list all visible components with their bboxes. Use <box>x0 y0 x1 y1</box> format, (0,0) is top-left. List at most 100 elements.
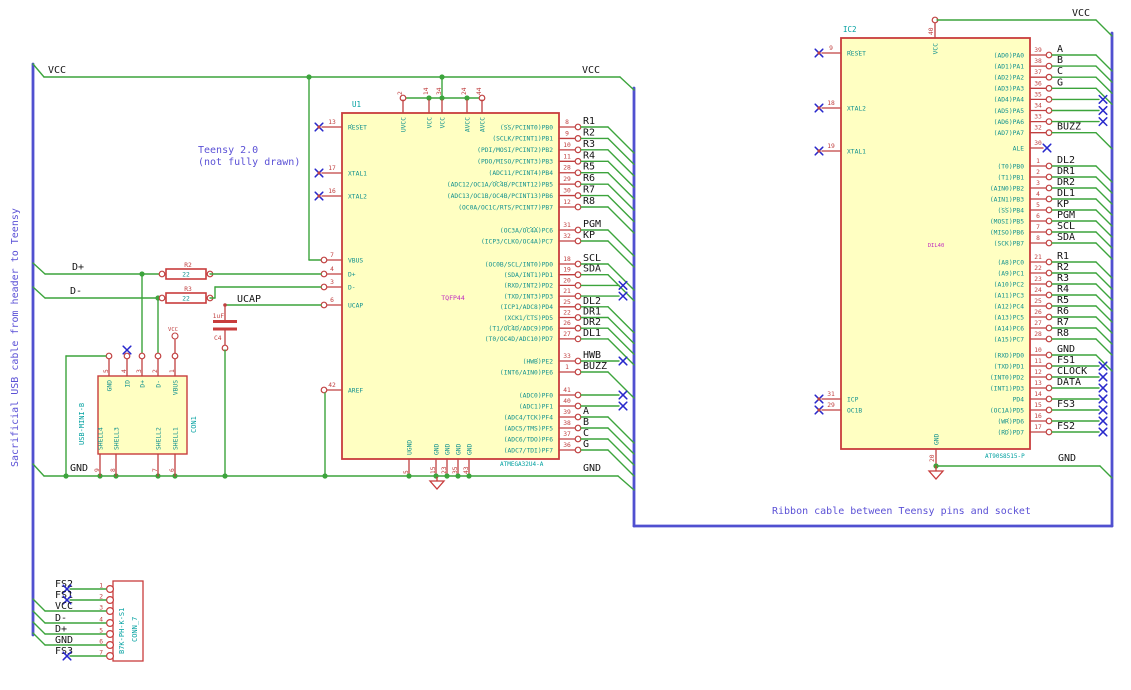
net-label[interactable]: B <box>583 417 589 428</box>
pin-number: 36 <box>563 442 571 449</box>
power-label-vcc[interactable]: VCC <box>1072 8 1090 19</box>
con1-value: USB-MINI-B <box>78 403 86 445</box>
ic2-ref[interactable]: IC2 <box>843 25 857 34</box>
net-label[interactable]: SCL <box>1057 221 1075 232</box>
power-label-gnd[interactable]: GND <box>1058 453 1076 464</box>
net-label[interactable]: A <box>583 406 589 417</box>
net-label[interactable]: R4 <box>583 150 595 161</box>
net-label[interactable]: DR1 <box>1057 166 1075 177</box>
net-label[interactable]: R6 <box>583 173 595 184</box>
net-label[interactable]: DL2 <box>1057 155 1075 166</box>
net-label[interactable]: DR1 <box>583 307 601 318</box>
power-label-gnd[interactable]: GND <box>583 463 601 474</box>
pin-name: (A11)PC3 <box>994 292 1025 299</box>
net-label[interactable]: D+ <box>72 262 84 273</box>
pin-number: 9 <box>565 130 569 137</box>
u1-value[interactable]: TQFP44 <box>441 294 465 302</box>
u1-footprint[interactable]: ATMEGA32U4-A <box>500 461 544 468</box>
net-label[interactable]: B <box>1057 55 1063 66</box>
pin-number: 39 <box>1034 47 1042 54</box>
net-label[interactable]: R2 <box>1057 262 1069 273</box>
pin-number: 35 <box>1034 91 1042 98</box>
pin-number: 43 <box>463 466 470 474</box>
net-label[interactable]: KP <box>1057 199 1069 210</box>
pin-number: 12 <box>563 199 571 206</box>
ic2-value: DIL40 <box>928 243 945 249</box>
net-label[interactable]: DR2 <box>583 317 601 328</box>
net-label[interactable]: SCL <box>583 253 601 264</box>
net-label[interactable]: A <box>1057 44 1063 55</box>
pin-number: 15 <box>430 466 437 474</box>
net-label[interactable]: R5 <box>1057 295 1069 306</box>
c4-plate[interactable] <box>213 320 237 323</box>
net-label[interactable]: R1 <box>583 116 595 127</box>
net-label[interactable]: PGM <box>1057 210 1075 221</box>
pin-end-dot <box>317 125 321 129</box>
power-label-gnd[interactable]: GND <box>70 463 88 474</box>
schematic-drawing[interactable]: VCC VCCU1TQFP44ATMEGA32U4-A2UVCC14VCC34VC… <box>0 0 1131 690</box>
net-label[interactable]: DL2 <box>583 296 601 307</box>
net-label[interactable]: R4 <box>1057 284 1069 295</box>
net-label[interactable]: R7 <box>583 185 595 196</box>
pin-end-dot <box>817 408 821 412</box>
pin-name: (T1/OC4D/ADC9)PD6 <box>489 326 554 333</box>
net-label[interactable]: G <box>1057 77 1063 88</box>
pin-end-circle <box>1045 217 1053 225</box>
note-left-vertical[interactable]: Sacrificial USB cable from header to Tee… <box>10 208 22 467</box>
net-label[interactable]: C <box>583 428 589 439</box>
pin-number: 13 <box>328 119 336 126</box>
net-label[interactable]: PGM <box>583 219 601 230</box>
net-label[interactable]: HWB <box>583 350 601 361</box>
net-label[interactable]: BUZZ <box>583 361 607 372</box>
net-label[interactable]: KP <box>583 230 595 241</box>
pin-number: 1 <box>1036 158 1040 165</box>
pin-name: XTAL2 <box>348 193 367 200</box>
power-label-vcc[interactable]: VCC <box>582 65 600 76</box>
net-label[interactable]: DL1 <box>1057 188 1075 199</box>
power-label-vcc[interactable]: VCC <box>48 65 66 76</box>
pin-end-circle <box>574 303 582 311</box>
ic2-footprint[interactable]: AT90S8515-P <box>985 453 1025 460</box>
net-label[interactable]: DL1 <box>583 328 601 339</box>
net-label[interactable]: C <box>1057 66 1063 77</box>
conn7-value: B7K-PH-K-S1 <box>118 608 126 654</box>
pin-end-circle <box>320 256 328 264</box>
net-label[interactable]: R6 <box>1057 306 1069 317</box>
net-label[interactable]: R3 <box>1057 273 1069 284</box>
pin-number: 21 <box>563 288 571 295</box>
pin-name: XTAL1 <box>348 170 367 177</box>
pin-number: 39 <box>563 409 571 416</box>
net-label[interactable]: R8 <box>1057 328 1069 339</box>
net-label[interactable]: SDA <box>583 264 601 275</box>
net-label[interactable]: G <box>583 439 589 450</box>
pin-name: (A14)PC6 <box>994 325 1025 332</box>
net-label[interactable]: R5 <box>583 162 595 173</box>
schematic-canvas[interactable]: VCC VCC U1 TQFP44 ATMEGA32U4-A 2 UVCC 14 VCC 34 VC… <box>0 0 1131 690</box>
pin-end-circle <box>1045 162 1053 170</box>
note-ribbon[interactable]: Ribbon cable between Teensy pins and soc… <box>772 506 1031 518</box>
net-label[interactable]: R8 <box>583 196 595 207</box>
net-label[interactable]: DATA <box>1057 377 1081 388</box>
net-label[interactable]: BUZZ <box>1057 122 1081 133</box>
net-label[interactable]: R7 <box>1057 317 1069 328</box>
note-teensy[interactable]: Teensy 2.0 (not fully drawn) <box>198 145 300 169</box>
net-label[interactable]: CLOCK <box>1057 366 1087 377</box>
net-label[interactable]: GND <box>1057 344 1075 355</box>
net-label[interactable]: FS1 <box>1057 355 1075 366</box>
pin-name: (OC1A)PD5 <box>990 407 1024 414</box>
c4-value: 1uF <box>213 313 225 320</box>
net-label[interactable]: DR2 <box>1057 177 1075 188</box>
net-label[interactable]: SDA <box>1057 232 1075 243</box>
pin-number: 15 <box>1034 402 1042 409</box>
net-label[interactable]: R3 <box>583 139 595 150</box>
net-label[interactable]: FS2 <box>1057 421 1075 432</box>
pin-name: (AD4)PA4 <box>994 97 1025 104</box>
pin-name: (RXD)PD0 <box>994 352 1025 359</box>
net-label[interactable]: D- <box>70 286 82 297</box>
net-label[interactable]: R1 <box>1057 251 1069 262</box>
net-label[interactable]: UCAP <box>237 294 261 305</box>
pin-end-circle <box>574 424 582 432</box>
net-label[interactable]: FS3 <box>1057 399 1075 410</box>
u1-ref[interactable]: U1 <box>352 100 361 109</box>
net-label[interactable]: R2 <box>583 127 595 138</box>
